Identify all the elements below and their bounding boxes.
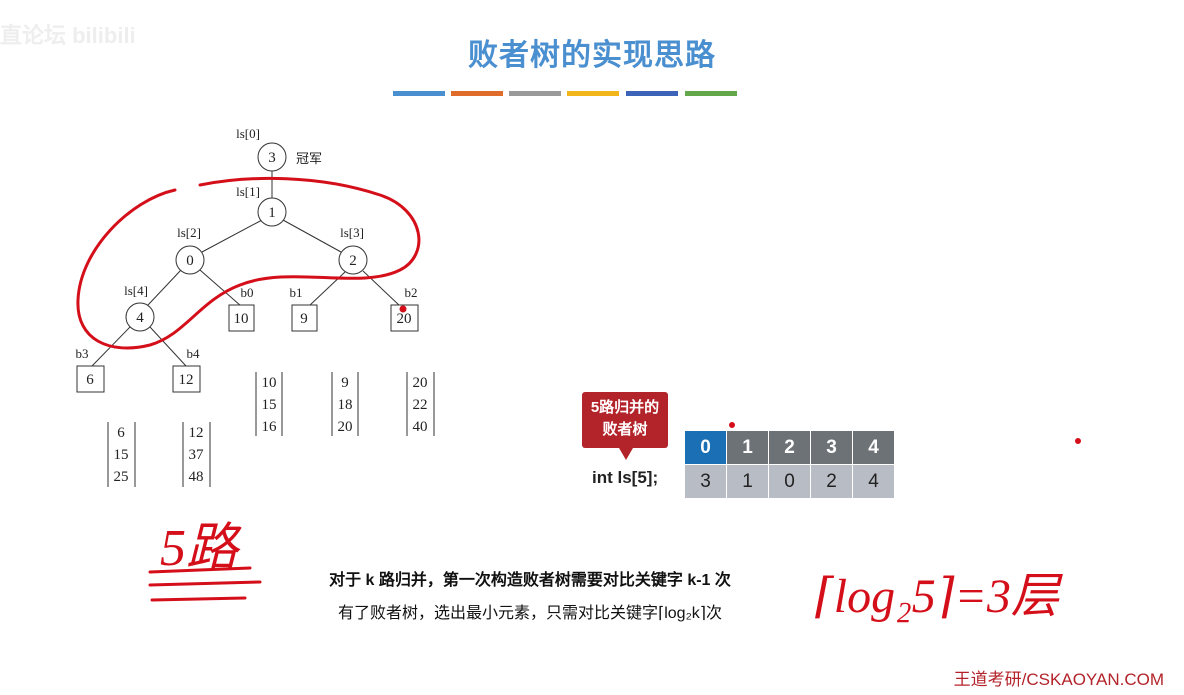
node-value: 2 — [349, 253, 357, 269]
array-index: 4 — [852, 430, 895, 465]
run-value: 22 — [413, 397, 428, 413]
run-value: 18 — [338, 397, 353, 413]
array-declaration: int ls[5]; — [592, 468, 659, 487]
loser-tree-diagram: 3 1 0 2 4 10 9 20 6 12 ls[0] ls[1] ls[2]… — [76, 126, 1081, 623]
run-value: 48 — [189, 469, 204, 485]
handwritten-5-way: 5路 — [160, 520, 242, 577]
callout-line1: 5路归并的 — [590, 399, 660, 416]
array-value: 2 — [810, 464, 853, 499]
array-value: 3 — [684, 464, 727, 499]
ls-array-table: 0 1 2 3 4 3 1 0 2 4 — [684, 430, 895, 499]
node-value: 3 — [268, 150, 276, 166]
leaf-label: b3 — [76, 346, 89, 361]
handwritten-log-result: ⌈log₂5⌉=3层 — [815, 570, 1064, 623]
leaf-value: 10 — [234, 311, 249, 327]
array-index: 1 — [726, 430, 769, 465]
array-index: 0 — [684, 430, 727, 465]
leaf-label: b4 — [187, 346, 201, 361]
leaf-value: 6 — [86, 372, 94, 388]
node-label: ls[0] — [236, 126, 260, 141]
run-value: 20 — [338, 419, 353, 435]
run-value: 6 — [117, 425, 125, 441]
array-value: 4 — [852, 464, 895, 499]
description-line-1: 对于 k 路归并，第一次构造败者树需要对比关键字 k-1 次 — [329, 572, 731, 589]
run-value: 25 — [114, 469, 129, 485]
leaf-label: b1 — [290, 285, 303, 300]
callout-line2: 败者树 — [602, 421, 648, 438]
description-line-2: 有了败者树，选出最小元素，只需对比关键字⌈log₂k⌉次 — [337, 605, 723, 622]
run-value: 15 — [114, 447, 129, 463]
node-value: 1 — [268, 205, 276, 221]
node-value: 0 — [186, 253, 194, 269]
node-label: ls[4] — [124, 283, 148, 298]
run-value: 10 — [262, 375, 277, 391]
run-value: 12 — [189, 425, 204, 441]
run-value: 9 — [341, 375, 349, 391]
array-value: 0 — [768, 464, 811, 499]
leaf-label: b0 — [241, 285, 254, 300]
run-value: 15 — [262, 397, 277, 413]
array-index: 2 — [768, 430, 811, 465]
leaf-label: b2 — [405, 285, 418, 300]
run-value: 40 — [413, 419, 428, 435]
array-value: 1 — [726, 464, 769, 499]
run-value: 20 — [413, 375, 428, 391]
champion-label: 冠军 — [296, 151, 322, 166]
leaf-value: 9 — [300, 311, 308, 327]
leaf-value: 20 — [397, 311, 412, 327]
node-label: ls[2] — [177, 225, 201, 240]
node-value: 4 — [136, 310, 144, 326]
callout-5-way-loser-tree: 5路归并的 败者树 — [582, 392, 668, 460]
leaf-value: 12 — [179, 372, 194, 388]
node-label: ls[1] — [236, 184, 260, 199]
node-label: ls[3] — [340, 225, 364, 240]
run-value: 16 — [262, 419, 278, 435]
run-value: 37 — [189, 447, 205, 463]
array-index: 3 — [810, 430, 853, 465]
footer-brand: 王道考研/CSKAOYAN.COM — [953, 670, 1164, 689]
